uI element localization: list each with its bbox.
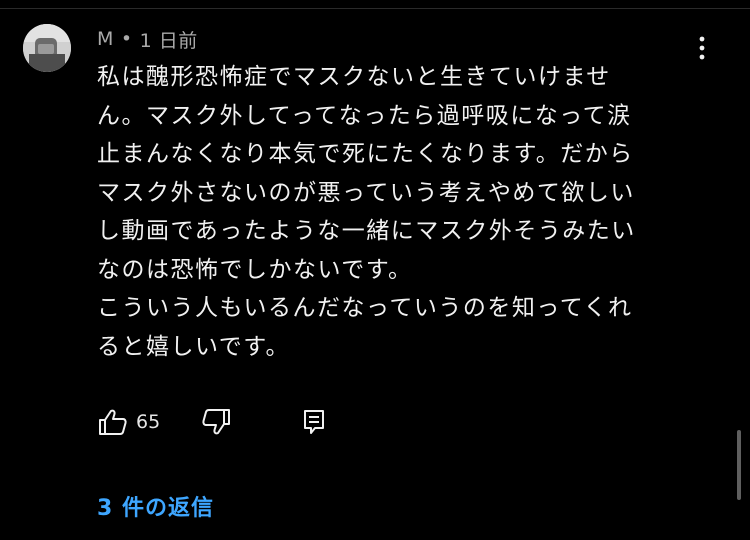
comment-text: 私は醜形恐怖症でマスクないと生きていけませ ん。マスク外してってなったら過呼吸に… [97,58,687,366]
comment-line: なのは恐怖でしかないです。 [97,256,413,283]
avatar-image [23,24,71,72]
comment-timestamp[interactable]: 1 日前 [140,26,198,53]
thumb-up-icon [99,409,127,435]
more-options-button[interactable] [690,34,714,62]
comment-line: ん。マスク外してってなったら過呼吸になって涙 [97,102,632,129]
divider [0,8,750,9]
scrollbar[interactable] [737,430,741,500]
comment-line: こういう人もいるんだなっていうのを知ってくれ [97,295,633,321]
comment-line: マスク外さないのが悪っていう考えやめて欲しい [97,179,635,206]
comment-actions: 65 [97,406,330,438]
reply-comment-icon [304,410,325,434]
like-button[interactable] [97,406,129,438]
author-name[interactable]: M [97,28,114,50]
avatar[interactable] [23,24,71,72]
view-replies-link[interactable]: 3 件の返信 [97,490,214,522]
thumb-down-icon [202,409,231,435]
more-vert-icon [699,36,705,60]
comment-line: ると嬉しいです。 [97,333,291,360]
reply-button[interactable] [298,406,330,438]
comment-screen: M • 1 日前 私は醜形恐怖症でマスクないと生きていけませ ん。マスク外してっ… [0,0,750,540]
meta-separator: • [120,28,133,50]
comment-line: 私は醜形恐怖症でマスクないと生きていけませ [97,64,611,90]
comment-line: し動画であったような一緒にマスク外そうみたい [97,218,636,244]
dislike-button[interactable] [200,406,232,438]
comment-meta: M • 1 日前 [97,25,198,53]
like-count: 65 [136,411,161,433]
comment-line: 止まんなくなり本気で死にたくなります。だから [97,141,634,167]
